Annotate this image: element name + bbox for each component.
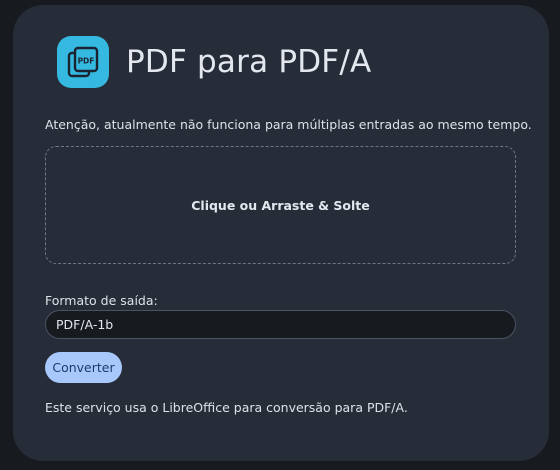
- tool-header: PDF PDF para PDF/A: [57, 36, 371, 88]
- page-title: PDF para PDF/A: [126, 44, 372, 80]
- output-format-label: Formato de saída:: [45, 293, 158, 308]
- convert-button[interactable]: Converter: [45, 352, 122, 383]
- svg-text:PDF: PDF: [78, 57, 95, 66]
- warning-text: Atenção, atualmente não funciona para mú…: [45, 117, 532, 132]
- service-note: Este serviço usa o LibreOffice para conv…: [45, 400, 408, 415]
- output-format-select[interactable]: PDF/A-1b: [45, 310, 516, 339]
- tool-card: PDF PDF para PDF/A Atenção, atualmente n…: [13, 5, 549, 461]
- pdf-document-icon: PDF: [57, 36, 109, 88]
- output-format-value: PDF/A-1b: [56, 317, 114, 332]
- dropzone-label: Clique ou Arraste & Solte: [191, 197, 370, 213]
- file-dropzone[interactable]: Clique ou Arraste & Solte: [45, 146, 516, 264]
